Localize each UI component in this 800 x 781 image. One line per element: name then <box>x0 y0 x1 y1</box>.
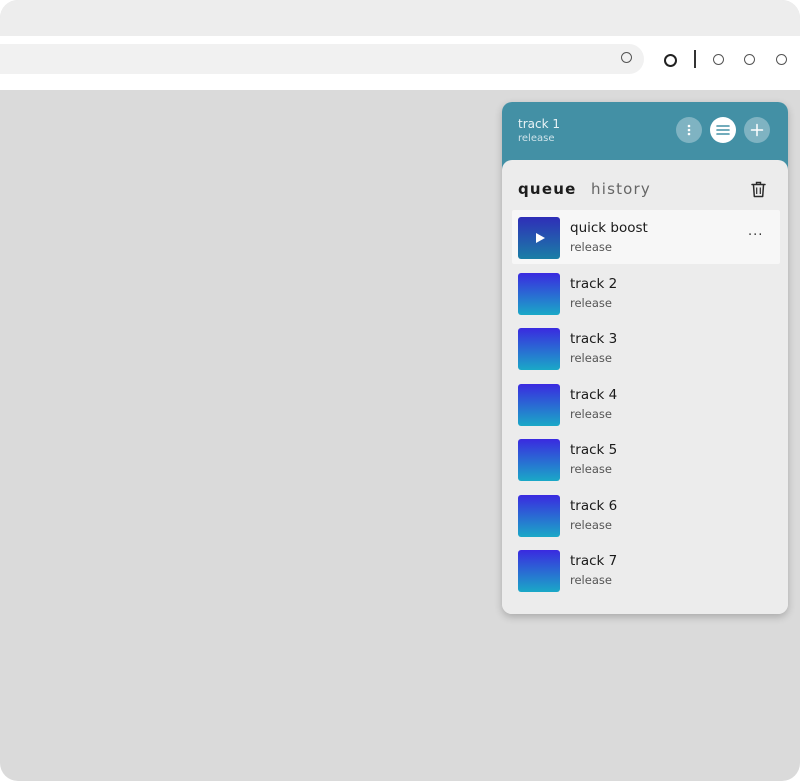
more-options-button[interactable] <box>676 117 702 143</box>
queue-item[interactable]: track 6 release <box>512 488 780 542</box>
track-release: release <box>570 351 612 365</box>
extension-icon[interactable] <box>664 54 677 67</box>
browser-toolbar <box>0 36 800 90</box>
add-button[interactable] <box>744 117 770 143</box>
queue-list-icon <box>716 125 730 135</box>
track-title: track 7 <box>570 553 618 569</box>
track-title: track 3 <box>570 331 618 347</box>
browser-window: track 1 release queue history quick boos… <box>0 0 800 781</box>
track-release: release <box>570 573 612 587</box>
track-release: release <box>570 296 612 310</box>
now-playing-title: track 1 <box>518 117 560 131</box>
track-artwork <box>518 273 560 315</box>
music-player-widget: track 1 release queue history quick boos… <box>502 102 788 614</box>
track-title: track 2 <box>570 276 618 292</box>
toolbar-button-3-icon[interactable] <box>776 54 787 65</box>
track-more-button[interactable]: ··· <box>748 228 763 243</box>
queue-item[interactable]: track 4 release <box>512 377 780 431</box>
track-artwork <box>518 328 560 370</box>
track-release: release <box>570 462 612 476</box>
track-artwork <box>518 384 560 426</box>
queue-panel: queue history quick boost release ··· tr… <box>502 160 788 614</box>
track-title: track 5 <box>570 442 618 458</box>
toolbar-button-2-icon[interactable] <box>744 54 755 65</box>
track-release: release <box>570 240 612 254</box>
tab-history[interactable]: history <box>591 180 651 198</box>
more-vertical-icon <box>687 124 691 136</box>
play-icon <box>535 233 545 243</box>
track-title: track 6 <box>570 498 618 514</box>
toolbar-button-1-icon[interactable] <box>713 54 724 65</box>
address-bar[interactable] <box>0 44 644 74</box>
queue-item-playing[interactable]: quick boost release ··· <box>512 210 780 264</box>
track-release: release <box>570 518 612 532</box>
queue-item[interactable]: track 2 release <box>512 266 780 320</box>
plus-icon <box>750 123 764 137</box>
track-artwork <box>518 495 560 537</box>
clear-queue-button[interactable] <box>751 181 766 202</box>
queue-toggle-button[interactable] <box>710 117 736 143</box>
track-artwork <box>518 550 560 592</box>
track-artwork[interactable] <box>518 217 560 259</box>
now-playing-subtitle: release <box>518 133 555 144</box>
bookmark-icon[interactable] <box>621 52 632 63</box>
track-artwork <box>518 439 560 481</box>
tab-queue[interactable]: queue <box>518 180 576 198</box>
toolbar-divider <box>694 50 696 68</box>
track-title: quick boost <box>570 220 648 236</box>
queue-item[interactable]: track 5 release <box>512 432 780 486</box>
queue-item[interactable]: track 7 release <box>512 543 780 597</box>
queue-item[interactable]: track 3 release <box>512 321 780 375</box>
track-release: release <box>570 407 612 421</box>
track-title: track 4 <box>570 387 618 403</box>
trash-icon <box>751 181 766 198</box>
title-bar <box>0 0 800 36</box>
